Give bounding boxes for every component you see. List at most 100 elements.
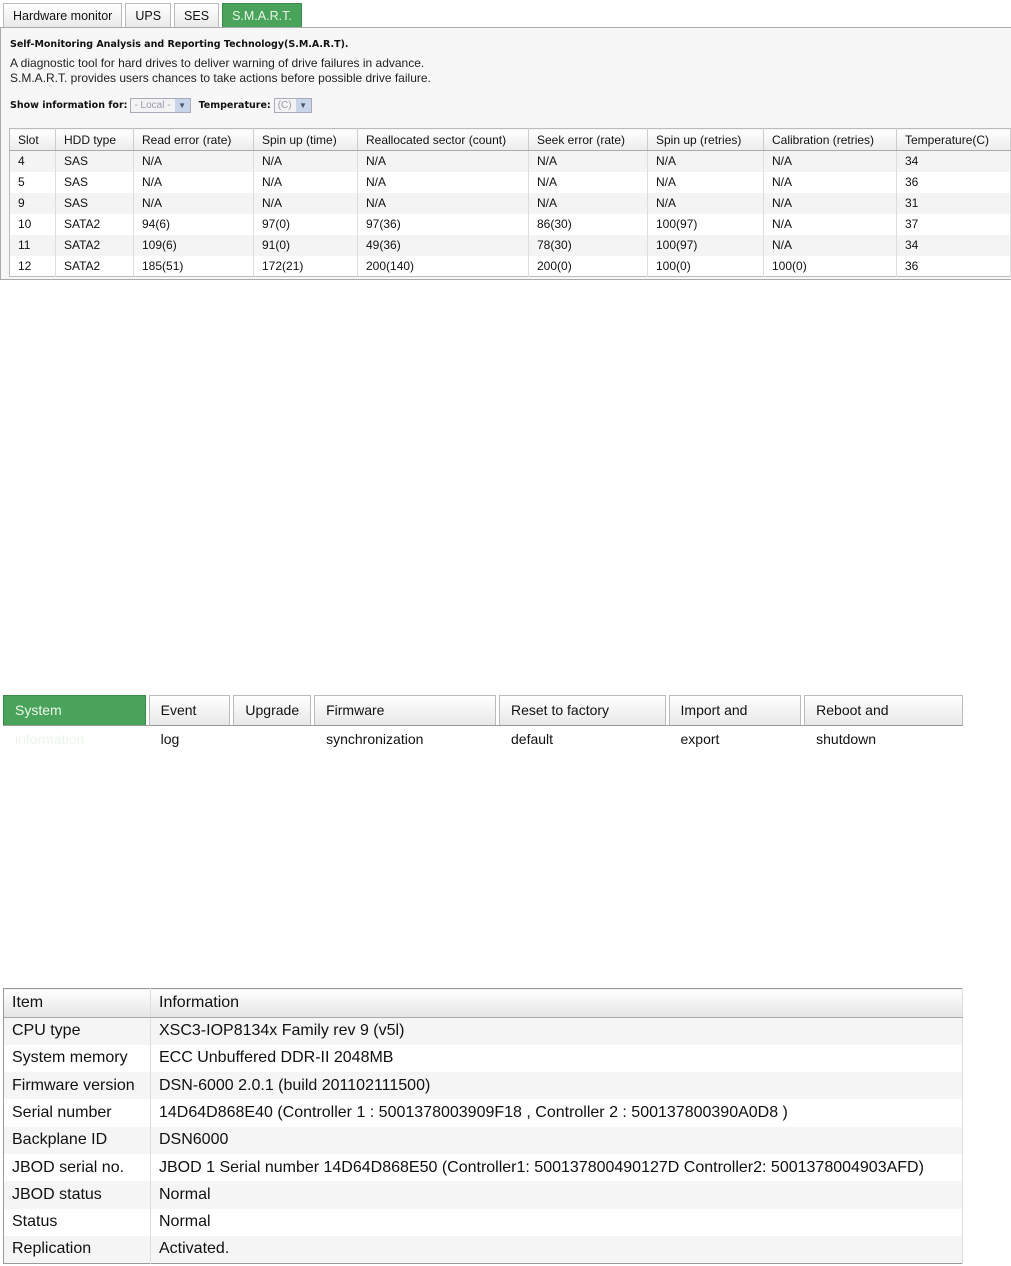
filters: Show information for: - Local - ▼ Tempera… [10, 98, 320, 113]
cell-calibration-retries: 100(0) [763, 255, 897, 277]
description-line: A diagnostic tool for hard drives to del… [10, 56, 425, 70]
chevron-down-icon: ▼ [295, 99, 311, 112]
cell-seek-error-rate: N/A [528, 171, 648, 193]
cell-spin-up-time: 91(0) [253, 234, 358, 256]
tab-event-log[interactable]: Event log [148, 695, 231, 747]
show-info-label: Show information for: [10, 100, 128, 111]
cell-hdd-type: SAS [55, 150, 134, 172]
column-header-spin-up-retries: Spin up (retries) [647, 128, 764, 151]
cell-seek-error-rate: N/A [528, 192, 648, 214]
cell-hdd-type: SAS [55, 171, 134, 193]
cell-spin-up-retries: N/A [647, 192, 764, 214]
cell-slot: 11 [9, 234, 56, 256]
cell-spin-up-time: N/A [253, 150, 358, 172]
tab-s-m-a-r-t[interactable]: S.M.A.R.T. [222, 3, 302, 28]
cell-spin-up-time: N/A [253, 171, 358, 193]
cell-temperature-c: 36 [896, 171, 1011, 193]
cell-information: XSC3-IOP8134x Family rev 9 (v5l) [150, 1017, 963, 1045]
tab-ses[interactable]: SES [174, 3, 220, 28]
cell-read-error-rate: N/A [133, 171, 254, 193]
system-tabs: System information Event log Upgrade Firmwa… [3, 695, 963, 747]
cell-information: DSN-6000 2.0.1 (build 201102111500) [150, 1072, 963, 1100]
tab-reboot-and-shutdown[interactable]: Reboot and shutdown [804, 695, 963, 747]
cell-item: JBOD serial no. [3, 1153, 151, 1182]
table-row: Replication Activated. [3, 1235, 963, 1264]
cell-reallocated-sector-count: 200(140) [357, 255, 529, 277]
cell-temperature-c: 36 [896, 255, 1011, 277]
cell-information: DSN6000 [150, 1126, 963, 1154]
header-row: Slot HDD type Read error (rate) Spin up (ti… [9, 128, 1011, 151]
cell-seek-error-rate: 78(30) [528, 234, 648, 256]
tab-import-and-export[interactable]: Import and export [668, 695, 802, 747]
cell-item: Status [3, 1208, 151, 1236]
cell-temperature-c: 34 [896, 150, 1011, 172]
table-row: JBOD serial no. JBOD 1 Serial number 14D6… [3, 1153, 963, 1182]
tab-reset-to-factory-default[interactable]: Reset to factory default [499, 695, 666, 747]
table-row: Serial number 14D64D868E40 (Controller 1 … [3, 1099, 963, 1127]
show-info-value: - Local - [134, 100, 171, 111]
cell-hdd-type: SAS [55, 192, 134, 214]
cell-hdd-type: SATA2 [55, 255, 134, 277]
system-info-table: Item Information CPU type XSC3-IOP8134x Fam… [3, 988, 963, 1264]
cell-hdd-type: SATA2 [55, 213, 134, 235]
cell-seek-error-rate: 86(30) [528, 213, 648, 235]
tab-upgrade[interactable]: Upgrade [233, 695, 312, 725]
cell-slot: 4 [9, 150, 56, 172]
cell-spin-up-retries: 100(97) [647, 234, 764, 256]
cell-slot: 5 [9, 171, 56, 193]
tab-ups[interactable]: UPS [125, 3, 172, 28]
column-header-read-error-rate: Read error (rate) [133, 128, 254, 151]
tab-hardware-monitor[interactable]: Hardware monitor [3, 3, 123, 28]
cell-reallocated-sector-count: N/A [357, 150, 529, 172]
tab-firmware-synchronization[interactable]: Firmware synchronization [314, 695, 496, 747]
tab-system-information[interactable]: System information [3, 695, 146, 747]
column-header-temperature-c: Temperature(C) [896, 128, 1011, 151]
table-row: 9 SAS N/A N/A N/A N/A N/A N/A 31 [9, 192, 1011, 214]
cell-reallocated-sector-count: 97(36) [357, 213, 529, 235]
table-row: Firmware version DSN-6000 2.0.1 (build 20… [3, 1072, 963, 1100]
cell-calibration-retries: N/A [763, 171, 897, 193]
table-row: CPU type XSC3-IOP8134x Family rev 9 (v5l) [3, 1017, 963, 1045]
cell-item: Firmware version [3, 1072, 151, 1100]
cell-information: Normal [150, 1208, 963, 1236]
column-header-hdd-type: HDD type [55, 128, 134, 151]
cell-slot: 9 [9, 192, 56, 214]
cell-hdd-type: SATA2 [55, 234, 134, 256]
column-header-reallocated-sector-count: Reallocated sector (count) [357, 128, 529, 151]
column-header-information: Information [150, 988, 963, 1018]
chevron-down-icon: ▼ [174, 99, 190, 112]
cell-slot: 10 [9, 213, 56, 235]
show-info-select[interactable]: - Local - ▼ [130, 98, 191, 113]
cell-reallocated-sector-count: N/A [357, 192, 529, 214]
cell-temperature-c: 34 [896, 234, 1011, 256]
cell-spin-up-time: 172(21) [253, 255, 358, 277]
smart-description: A diagnostic tool for hard drives to del… [10, 56, 431, 86]
table-row: Backplane ID DSN6000 [3, 1126, 963, 1154]
cell-read-error-rate: 94(6) [133, 213, 254, 235]
temperature-label: Temperature: [198, 100, 271, 111]
table-row: System memory ECC Unbuffered DDR-II 2048M… [3, 1044, 963, 1073]
column-header-seek-error-rate: Seek error (rate) [528, 128, 648, 151]
cell-calibration-retries: N/A [763, 150, 897, 172]
cell-item: JBOD status [3, 1181, 151, 1209]
cell-seek-error-rate: N/A [528, 150, 648, 172]
cell-reallocated-sector-count: 49(36) [357, 234, 529, 256]
cell-spin-up-time: N/A [253, 192, 358, 214]
cell-spin-up-time: 97(0) [253, 213, 358, 235]
cell-spin-up-retries: N/A [647, 150, 764, 172]
column-header-slot: Slot [9, 128, 56, 151]
cell-item: Backplane ID [3, 1126, 151, 1154]
temperature-select[interactable]: (C) ▼ [273, 98, 312, 113]
header-row: Item Information [3, 988, 963, 1018]
cell-read-error-rate: 109(6) [133, 234, 254, 256]
cell-item: CPU type [3, 1017, 151, 1045]
cell-seek-error-rate: 200(0) [528, 255, 648, 277]
column-header-calibration-retries: Calibration (retries) [763, 128, 897, 151]
cell-information: 14D64D868E40 (Controller 1 : 50013780039… [150, 1099, 963, 1127]
smart-title: Self-Monitoring Analysis and Reporting T… [10, 39, 349, 50]
cell-read-error-rate: N/A [133, 192, 254, 214]
cell-calibration-retries: N/A [763, 234, 897, 256]
cell-calibration-retries: N/A [763, 192, 897, 214]
cell-slot: 12 [9, 255, 56, 277]
cell-item: Replication [3, 1235, 151, 1264]
